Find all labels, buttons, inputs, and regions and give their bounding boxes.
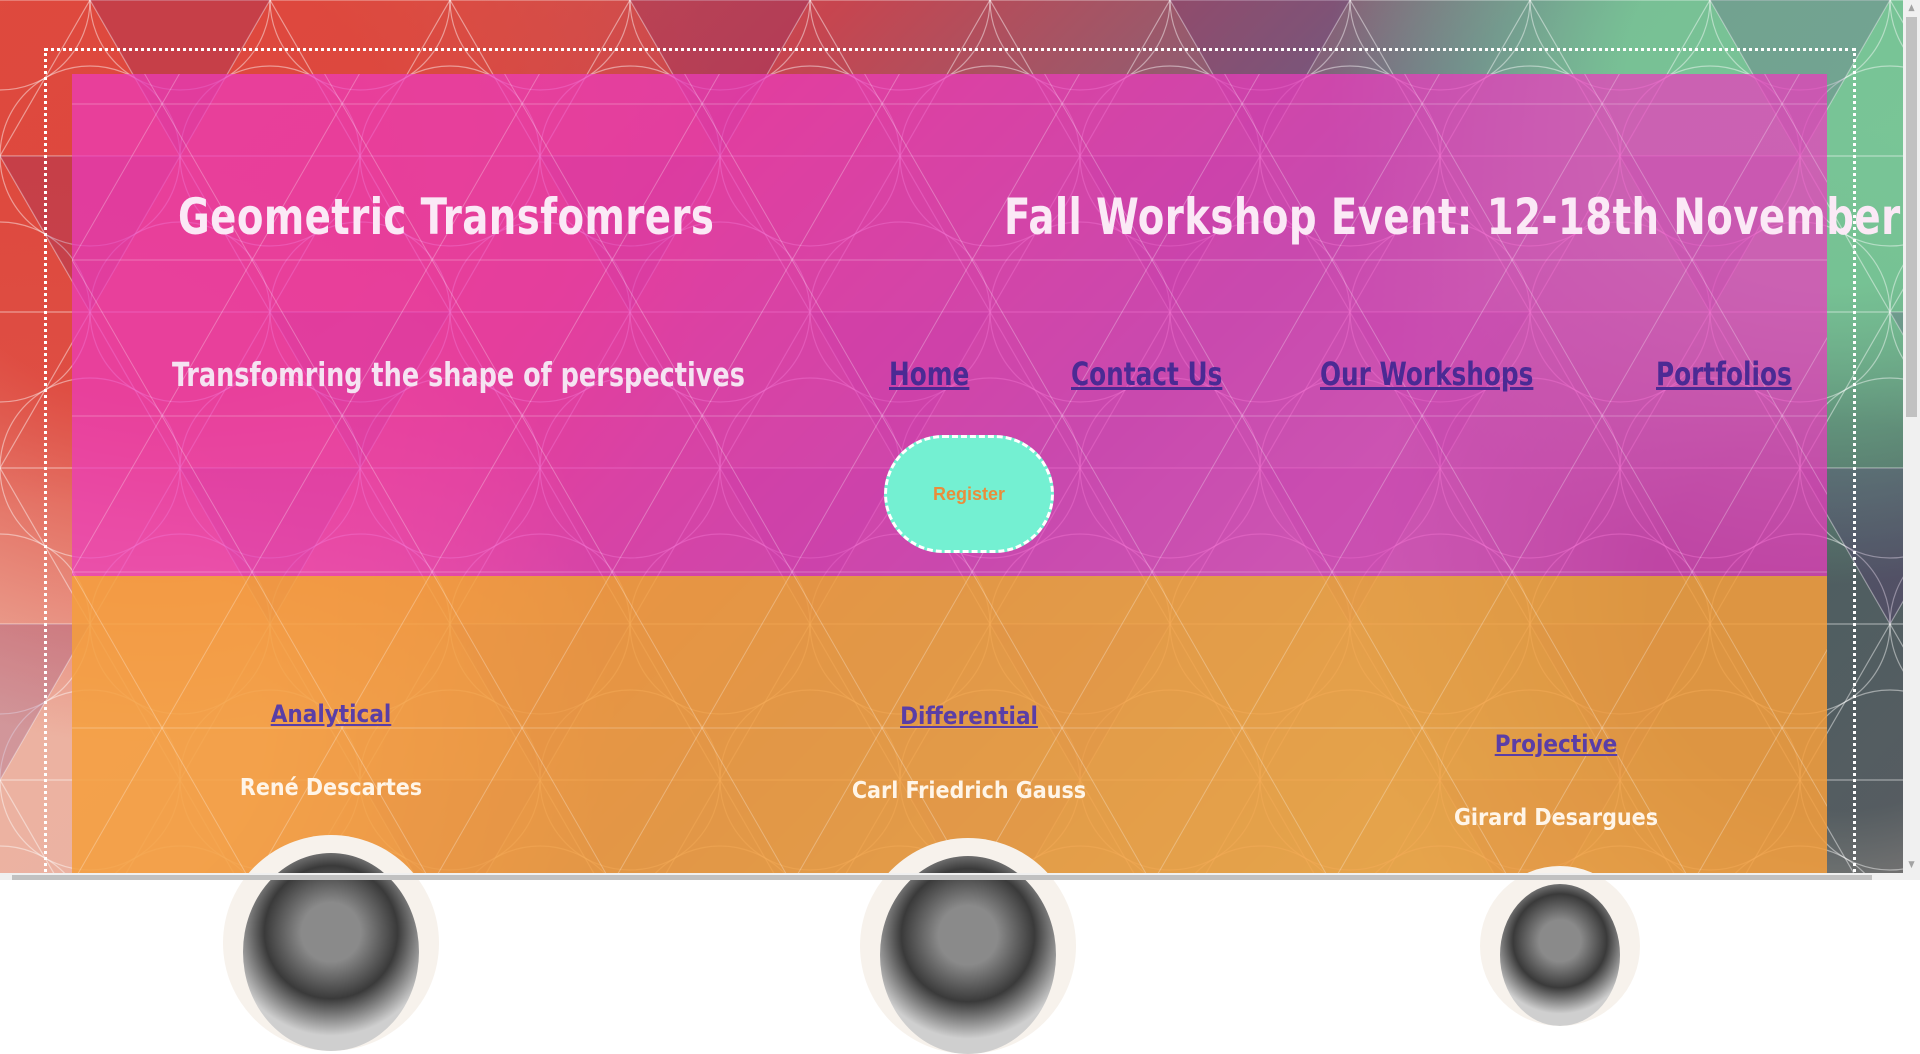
projective-mathematician-name: Girard Desargues [1453,805,1659,831]
vertical-scroll-thumb[interactable] [1906,17,1917,417]
register-button[interactable]: Register [884,435,1054,553]
nav-home-link[interactable]: Home [889,355,969,393]
desargues-portrait [1480,866,1640,1026]
analytical-mathematician-name: René Descartes [239,775,423,801]
nav-portfolios-link[interactable]: Portfolios [1656,355,1792,393]
descartes-portrait [223,835,439,1051]
gauss-portrait [860,838,1076,1054]
scroll-up-icon[interactable]: ▲ [1906,1,1917,15]
horizontal-scroll-thumb[interactable] [12,875,1872,880]
differential-link[interactable]: Differential [819,702,1119,730]
analytical-link[interactable]: Analytical [181,700,481,728]
site-title: Geometric Transfomrers [178,188,715,246]
projective-link[interactable]: Projective [1406,730,1706,758]
nav-workshops-link[interactable]: Our Workshops [1320,355,1533,393]
scroll-down-icon[interactable]: ▼ [1906,858,1917,872]
tagline: Transfomring the shape of perspectives [172,355,745,394]
event-title: Fall Workshop Event: 12-18th November [1004,188,1901,246]
nav-contact-link[interactable]: Contact Us [1071,355,1222,393]
differential-mathematician-name: Carl Friedrich Gauss [851,778,1087,804]
